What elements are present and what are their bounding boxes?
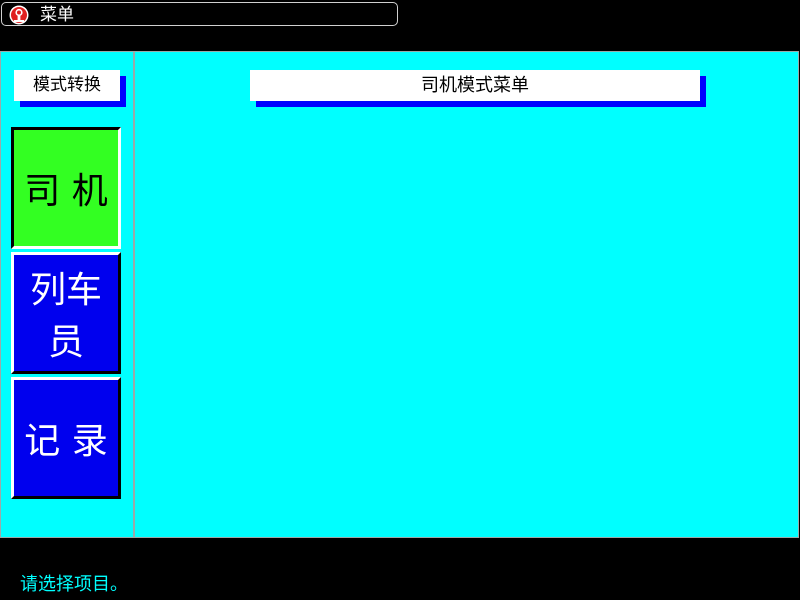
status-message: 请选择项目。 xyxy=(20,574,128,595)
conductor-mode-button[interactable]: 列车员 xyxy=(11,252,121,374)
driver-mode-button[interactable]: 司 机 xyxy=(11,127,121,249)
railway-logo-icon xyxy=(9,5,29,25)
main-panel: 司机模式菜单 xyxy=(134,51,799,538)
mode-switch-label: 模式转换 xyxy=(14,70,120,101)
mode-switch-panel: 模式转换 司 机 列车员 记 录 xyxy=(0,51,134,538)
title-bar: 菜单 xyxy=(1,2,398,26)
window-title: 菜单 xyxy=(40,5,74,25)
record-mode-button[interactable]: 记 录 xyxy=(11,377,121,499)
page-title: 司机模式菜单 xyxy=(250,70,700,101)
